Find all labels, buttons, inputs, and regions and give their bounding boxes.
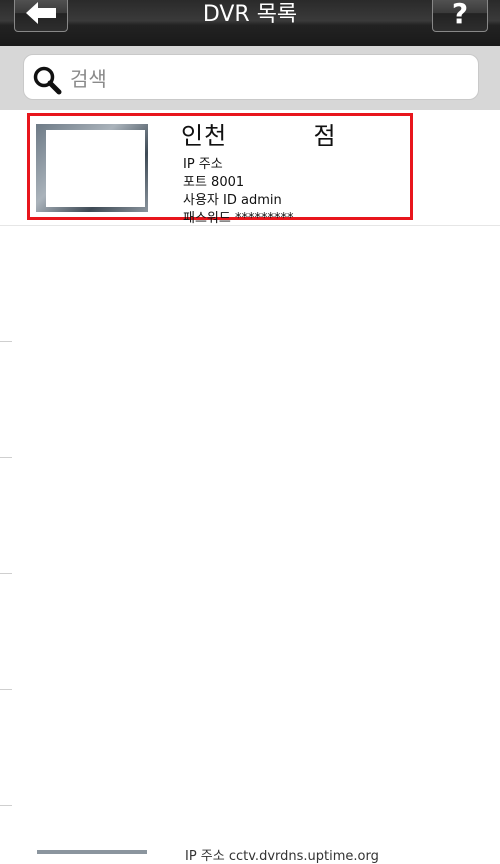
list-divider bbox=[0, 573, 12, 574]
search-bar-container bbox=[0, 46, 500, 110]
help-label: ? bbox=[451, 0, 469, 30]
search-icon bbox=[33, 66, 62, 95]
dvr-list-item[interactable]: 인천 점 IP 주소 포트 8001 사용자 ID admin 패스워드 ***… bbox=[27, 113, 413, 226]
list-divider bbox=[0, 341, 12, 342]
dvr-thumbnail bbox=[36, 124, 148, 212]
dvr-port: 포트 8001 bbox=[183, 175, 245, 190]
search-input[interactable] bbox=[68, 61, 472, 97]
list-divider bbox=[0, 689, 12, 690]
app-header: DVR 목록 ? bbox=[0, 0, 500, 47]
list-divider bbox=[0, 805, 12, 806]
dvr-ip: IP 주소 bbox=[183, 157, 223, 172]
help-button[interactable]: ? bbox=[432, 0, 488, 32]
dvr-password: 패스워드 ********* bbox=[183, 211, 294, 226]
list-divider bbox=[0, 457, 12, 458]
page-title: DVR 목록 bbox=[202, 2, 298, 27]
search-box[interactable] bbox=[23, 54, 479, 100]
dvr-ip: IP 주소 cctv.dvrdns.uptime.org bbox=[185, 849, 379, 864]
dvr-name: 인천 점 bbox=[181, 122, 337, 150]
dvr-user: 사용자 ID admin bbox=[183, 193, 282, 208]
list-divider bbox=[0, 225, 500, 226]
dvr-list: 인천 점 IP 주소 포트 8001 사용자 ID admin 패스워드 ***… bbox=[0, 110, 500, 864]
dvr-thumbnail bbox=[37, 850, 147, 854]
